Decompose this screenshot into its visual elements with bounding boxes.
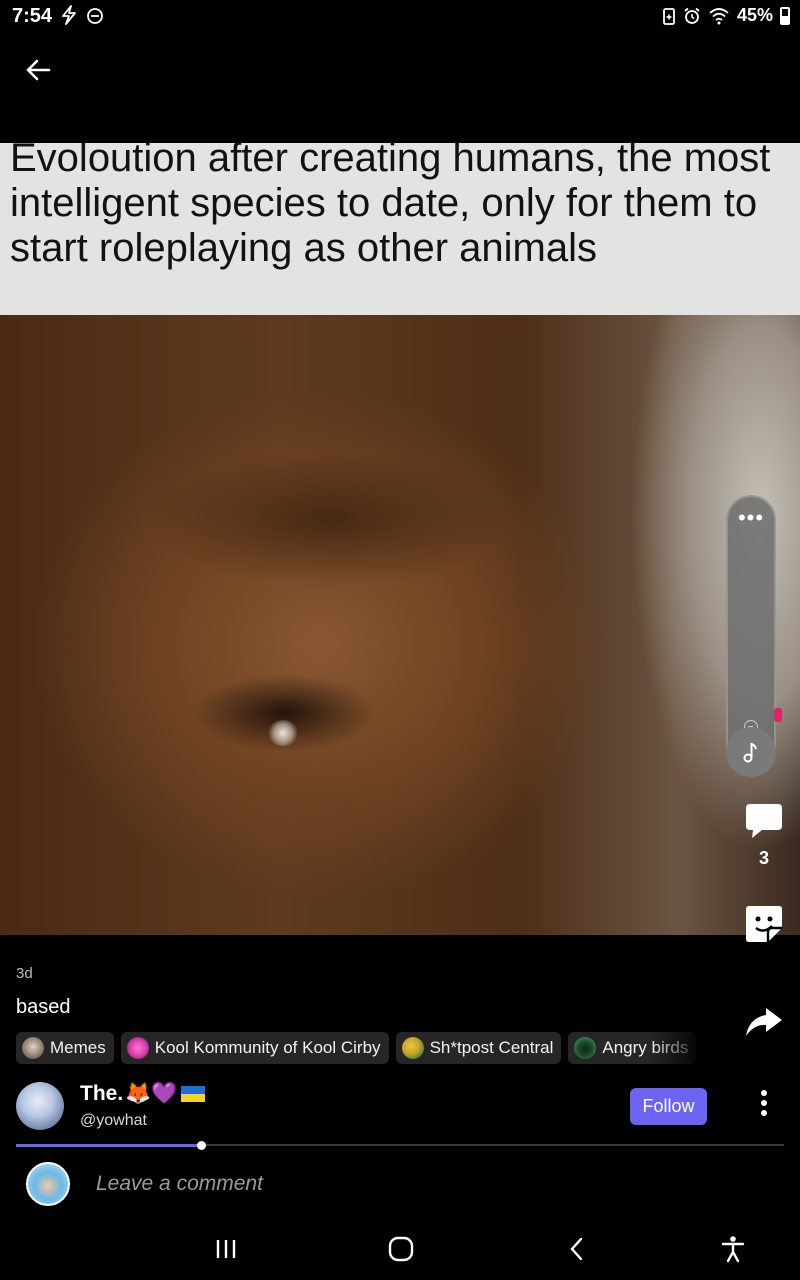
tag-memes[interactable]: Memes [16, 1032, 114, 1064]
comment-button[interactable] [742, 800, 786, 844]
meme-photo [0, 315, 800, 935]
battery-saver-icon [663, 7, 675, 25]
progress-fill [16, 1144, 201, 1147]
post-text: based [16, 996, 71, 1018]
tag-kool-kommunity[interactable]: Kool Kommunity of Kool Cirby [120, 1032, 389, 1064]
vertical-dots-icon [761, 1090, 767, 1116]
ukraine-flag-icon [181, 1086, 206, 1102]
accessibility-icon [721, 1236, 745, 1263]
tag-label: Kool Kommunity of Kool Cirby [154, 1038, 381, 1057]
do-not-disturb-icon [87, 8, 103, 24]
battery-percent: 45% [736, 5, 773, 25]
author-name[interactable]: The. 🦊💜 [80, 1082, 206, 1106]
wifi-icon [709, 7, 729, 24]
recent-apps-button[interactable] [206, 1232, 246, 1266]
current-user-avatar [26, 1162, 70, 1206]
author-avatar[interactable] [16, 1082, 64, 1130]
author-menu-button[interactable] [752, 1088, 776, 1118]
post-age: 3d [16, 965, 33, 982]
eye-highlight [268, 720, 298, 746]
status-bar: 7:54 45% [0, 0, 800, 34]
status-time: 7:54 [12, 5, 53, 27]
back-nav-button[interactable] [556, 1232, 596, 1266]
music-note-icon [743, 742, 757, 763]
share-arrow-icon [746, 1008, 782, 1036]
author-name-emojis: 🦊💜 [125, 1082, 178, 1105]
sticker-button[interactable] [742, 902, 786, 946]
music-button[interactable] [726, 727, 776, 777]
angry-birds-community-icon [574, 1037, 597, 1059]
battery-icon [780, 6, 790, 25]
tag-angry-birds[interactable]: Angry birds [568, 1032, 697, 1064]
back-button[interactable] [20, 52, 56, 88]
author-handle: @yowhat [80, 1112, 147, 1129]
follow-button[interactable]: Follow [630, 1088, 707, 1125]
more-options-button[interactable]: ••• [728, 507, 774, 529]
meme-image[interactable]: Evoloution after creating humans, the mo… [0, 143, 800, 935]
android-nav-bar [0, 1218, 800, 1280]
status-right: 45% [662, 5, 790, 26]
flash-icon [62, 5, 76, 25]
status-left-icons [60, 5, 104, 25]
meme-caption-box: Evoloution after creating humans, the mo… [0, 143, 800, 315]
arrow-left-icon [26, 59, 51, 81]
tag-label: Sh*tpost Central [429, 1038, 554, 1057]
meme-caption: Evoloution after creating humans, the mo… [10, 143, 771, 270]
comment-icon [746, 804, 782, 838]
tag-shitpost-central[interactable]: Sh*tpost Central [395, 1032, 562, 1064]
recent-apps-icon [216, 1240, 236, 1258]
tag-label: Angry birds [602, 1038, 689, 1057]
home-icon [388, 1236, 414, 1262]
home-button[interactable] [381, 1232, 421, 1266]
chevron-left-icon [570, 1237, 583, 1261]
alarm-icon [684, 7, 700, 24]
share-button[interactable] [744, 1004, 784, 1040]
side-controls-pill: ••• [726, 495, 776, 777]
shitpost-community-icon [401, 1037, 424, 1059]
progress-knob[interactable] [197, 1141, 206, 1150]
comment-input[interactable] [96, 1168, 696, 1200]
author-name-text: The. [80, 1082, 124, 1105]
tag-label: Memes [50, 1038, 106, 1057]
memes-community-icon [22, 1037, 44, 1059]
notification-dot [774, 708, 782, 722]
kirby-community-icon [126, 1037, 149, 1059]
comment-count: 3 [758, 848, 769, 868]
accessibility-button[interactable] [713, 1232, 753, 1266]
sticker-icon [746, 906, 782, 942]
community-tags: Memes Kool Kommunity of Kool Cirby Sh*tp… [16, 1032, 706, 1064]
